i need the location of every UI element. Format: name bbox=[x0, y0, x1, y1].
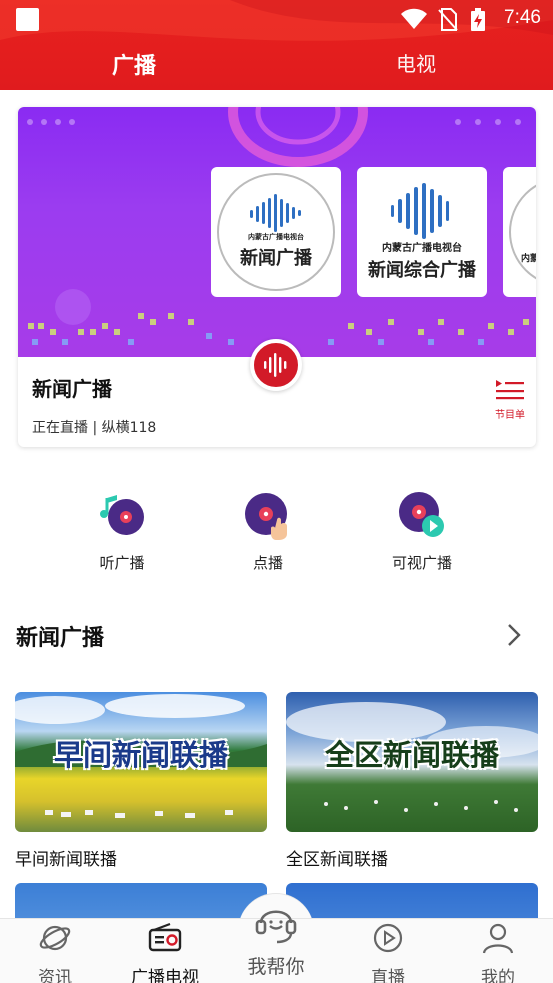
nav-item-help-you[interactable]: 我帮你 bbox=[228, 896, 324, 979]
listen-radio-label: 听广播 bbox=[99, 554, 145, 572]
clock: 7:46 bbox=[504, 7, 541, 28]
station-card-news-comprehensive[interactable]: 内蒙古广播电视台 新闻综合广播 bbox=[357, 167, 487, 297]
station-name-label: 新闻广播 bbox=[240, 248, 312, 269]
headset-icon bbox=[255, 910, 297, 944]
wifi-icon bbox=[401, 8, 427, 29]
no-sim-icon bbox=[438, 8, 458, 31]
status-bar: 7:46 bbox=[0, 0, 553, 38]
nav-item-radio-tv[interactable]: 广播电视 bbox=[110, 919, 220, 983]
nav-label: 直播 bbox=[371, 968, 405, 983]
planet-icon bbox=[39, 925, 71, 951]
battery-charging-icon bbox=[471, 8, 485, 31]
now-playing-title: 新闻广播 bbox=[32, 377, 112, 401]
audio-wave-play-button[interactable] bbox=[250, 339, 302, 391]
nav-label: 资讯 bbox=[38, 968, 72, 983]
play-circle-icon bbox=[373, 923, 403, 953]
station-card-partial[interactable]: 内蒙 bbox=[503, 167, 536, 297]
notification-square-icon bbox=[16, 8, 39, 31]
chevron-right-icon[interactable] bbox=[505, 622, 523, 648]
station-card-news[interactable]: 内蒙古广播电视台 新闻广播 bbox=[211, 167, 341, 297]
listen-radio-icon bbox=[100, 495, 144, 535]
program-overlay-title: 全区新闻联播 bbox=[324, 738, 499, 772]
station-banner[interactable]: 内蒙古广播电视台 新闻广播 内蒙古广播电视台 新闻综合广播 内蒙 bbox=[18, 107, 536, 357]
tab-tv[interactable]: 电视 bbox=[396, 48, 436, 77]
video-radio-icon bbox=[399, 492, 444, 537]
nav-label: 我的 bbox=[481, 968, 515, 983]
listen-radio-button[interactable]: 听广播 bbox=[82, 490, 162, 573]
program-overlay-title: 早间新闻联播 bbox=[53, 738, 228, 772]
schedule-label: 节目单 bbox=[495, 410, 525, 421]
program-caption: 早间新闻联播 bbox=[15, 850, 117, 870]
station-org-label: 内蒙古广播电视台 bbox=[248, 233, 304, 241]
nav-item-live[interactable]: 直播 bbox=[333, 919, 443, 983]
nav-item-news[interactable]: 资讯 bbox=[0, 919, 110, 983]
now-playing-card[interactable]: 内蒙古广播电视台 新闻广播 内蒙古广播电视台 新闻综合广播 内蒙 新闻广播 正在… bbox=[18, 107, 536, 447]
tab-radio[interactable]: 广播 bbox=[112, 48, 156, 80]
program-thumbnail: 早间新闻联播 bbox=[15, 692, 267, 832]
app-screen: 7:46 广播 电视 内蒙古广播电视台 新闻广播 内蒙古广播电视台 新闻综合广播… bbox=[0, 0, 553, 983]
nav-label: 广播电视 bbox=[131, 968, 199, 983]
schedule-list-icon bbox=[496, 380, 524, 400]
on-demand-button[interactable]: 点播 bbox=[228, 490, 308, 573]
section-title: 新闻广播 bbox=[16, 626, 105, 651]
program-card-region-news[interactable]: 全区新闻联播 全区新闻联播 bbox=[286, 692, 538, 870]
nav-item-me[interactable]: 我的 bbox=[443, 919, 553, 983]
video-radio-button[interactable]: 可视广播 bbox=[382, 490, 462, 573]
top-header: 7:46 广播 电视 bbox=[0, 0, 553, 90]
sound-wave-logo-icon bbox=[250, 194, 301, 232]
user-icon bbox=[482, 923, 514, 954]
on-demand-label: 点播 bbox=[252, 554, 283, 572]
on-demand-icon bbox=[245, 493, 287, 540]
nav-label: 我帮你 bbox=[247, 956, 305, 978]
audio-wave-icon bbox=[264, 353, 287, 377]
now-playing-subtitle: 正在直播 | 纵横118 bbox=[32, 420, 157, 436]
schedule-button[interactable]: 节目单 bbox=[494, 379, 526, 421]
sound-wave-logo-icon bbox=[391, 182, 449, 239]
program-card-morning-news[interactable]: 早间新闻联播 早间新闻联播 bbox=[15, 692, 267, 870]
station-logo-circle: 内蒙古广播电视台 新闻广播 bbox=[217, 173, 335, 291]
station-org-label: 内蒙古广播电视台 bbox=[382, 242, 462, 254]
video-radio-label: 可视广播 bbox=[391, 554, 452, 572]
program-caption: 全区新闻联播 bbox=[286, 850, 388, 870]
station-org-label: 内蒙 bbox=[521, 253, 536, 264]
station-name-label: 新闻综合广播 bbox=[368, 259, 476, 281]
radio-icon bbox=[148, 922, 182, 952]
program-thumbnail: 全区新闻联播 bbox=[286, 692, 538, 832]
top-tabs: 广播 电视 bbox=[0, 44, 553, 86]
station-logo-circle: 内蒙 bbox=[509, 177, 536, 287]
